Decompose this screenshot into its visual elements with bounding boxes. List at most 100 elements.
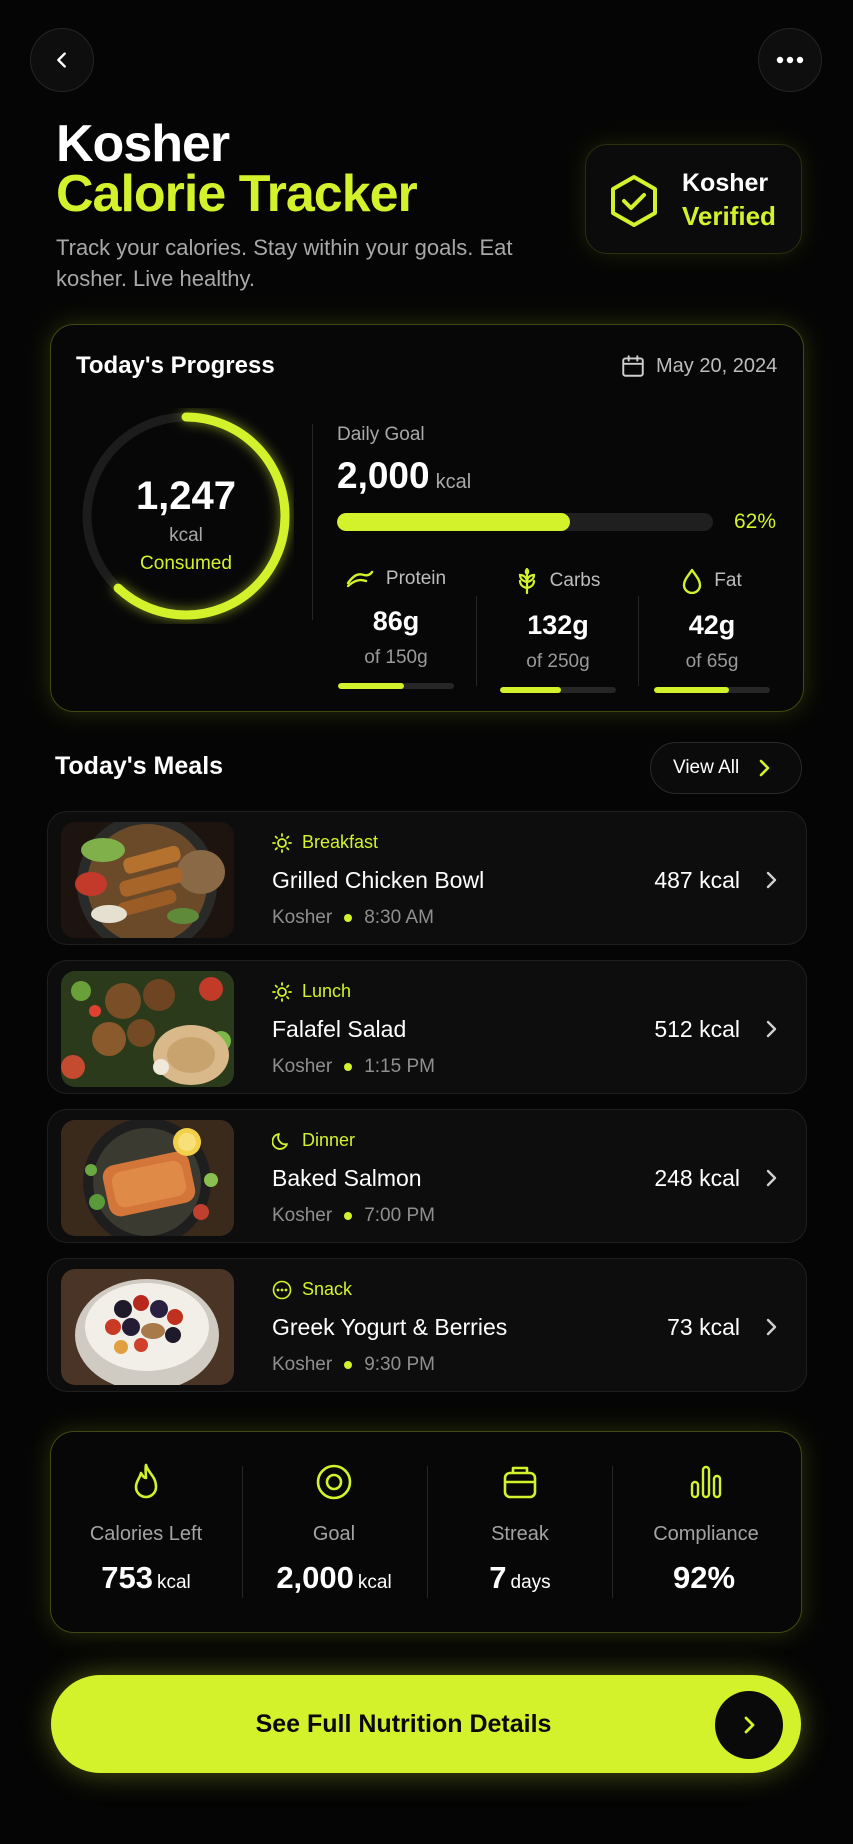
stat-goal-label: Goal [312,1523,356,1545]
stat-calories-left: Calories Left 753 kcal [56,1462,236,1596]
meal-kcal: 248 kcal [654,1165,740,1191]
wheat-icon [518,568,535,594]
daily-goal-bar [337,513,713,531]
stat-divider [427,1466,428,1598]
macro-carbs-label: Carbs [549,570,601,591]
meal-photo-grilled-chicken-bowl [61,822,234,938]
meal-name: Falafel Salad [272,1016,407,1042]
protein-icon [346,570,374,588]
meal-name: Grilled Chicken Bowl [272,867,485,893]
meta-dot [344,914,353,922]
meal-photo-greek-yogurt-berries [61,1269,234,1385]
calendar-icon [622,355,644,377]
stat-divider [612,1466,613,1598]
meal-time: 9:30 PM [364,1354,435,1375]
meal-card-lunch[interactable]: Lunch Falafel Salad Kosher 1:15 PM 512 kc… [47,960,807,1094]
daily-goal-value: 2,000 kcal [337,455,471,497]
meal-photo-falafel-salad [61,971,234,1087]
stat-calories-left-unit: kcal [156,1572,191,1593]
kosher-verified-badge: Kosher Verified [585,144,802,254]
meal-name: Greek Yogurt & Berries [272,1314,508,1340]
macro-fat-of: of 65g [685,651,739,672]
chevron-right-icon [766,871,777,889]
macro-carbs-bar [500,687,616,693]
macro-protein-value: 86g [372,606,420,636]
chevron-right-icon [759,759,770,777]
cta-label: See Full Nutrition Details [255,1709,552,1738]
meal-photo-baked-salmon [61,1120,234,1236]
more-horizontal-icon [776,56,804,64]
macro-protein-bar-fill [338,683,405,689]
chevron-right-icon [766,1020,777,1038]
back-button[interactable] [30,28,94,92]
chevron-right-icon [744,1716,755,1734]
sun-icon [272,981,292,1002]
droplet-icon [683,568,702,594]
meal-type-label: Dinner [302,1130,356,1150]
stat-streak: Streak 7 days [430,1462,610,1596]
meal-card-snack[interactable]: Snack Greek Yogurt & Berries Kosher 9:30 … [47,1258,807,1392]
view-all-button[interactable]: View All [650,742,802,794]
macro-fat-label: Fat [714,570,742,591]
chevron-left-icon [57,52,66,68]
macro-carbs-value: 132g [527,610,589,640]
stat-divider [242,1466,243,1598]
flame-icon [134,1463,158,1499]
bar-chart-icon [690,1465,722,1499]
meta-dot [344,1212,353,1220]
badge-line2: Verified [682,201,776,231]
meal-name: Baked Salmon [272,1165,422,1191]
stat-compliance: Compliance 92% [616,1462,796,1596]
shield-check-icon [611,175,657,227]
macro-carbs-bar-fill [500,687,562,693]
daily-goal-number: 2,000 [337,455,430,496]
macro-protein-label: Protein [385,568,447,589]
meta-dot [344,1361,353,1369]
more-button[interactable] [758,28,822,92]
moon-icon [272,1132,288,1150]
meal-kcal: 512 kcal [654,1016,740,1042]
consumed-unit: kcal [169,525,203,546]
stat-compliance-value: 92% [672,1560,736,1595]
daily-goal-label: Daily Goal [337,424,425,445]
macro-divider [476,596,477,686]
meal-kcal: 73 kcal [667,1314,740,1340]
page-title-line2: Calorie Tracker [56,165,418,223]
stat-streak-value: 7 [489,1560,507,1595]
calendar-streak-icon [503,1466,537,1499]
meal-card-dinner[interactable]: Dinner Baked Salmon Kosher 7:00 PM 248 kc… [47,1109,807,1243]
chevron-right-icon [766,1318,777,1336]
consumed-label: Consumed [140,553,232,574]
meal-tag: Kosher [272,1056,333,1077]
stat-streak-label: Streak [491,1523,549,1545]
daily-goal-unit: kcal [435,471,472,493]
stat-calories-left-label: Calories Left [89,1523,203,1545]
stat-compliance-label: Compliance [653,1523,759,1545]
stat-goal-value: 2,000 [276,1560,354,1595]
macro-protein-bar [338,683,454,689]
meal-tag: Kosher [272,1354,333,1375]
daily-goal-bar-fill [337,513,571,531]
macro-protein: Protein 86g of 150g [316,568,476,689]
consumed-value: 1,247 [135,474,237,518]
meal-card-breakfast[interactable]: Breakfast Grilled Chicken Bowl Kosher 8:3… [47,811,807,945]
chevron-right-icon [766,1169,777,1187]
view-all-label: View All [673,757,740,778]
stat-goal-unit: kcal [357,1572,392,1593]
meal-tag: Kosher [272,907,333,928]
see-full-nutrition-button[interactable]: See Full Nutrition Details [51,1675,801,1773]
stat-calories-left-value: 753 [101,1560,153,1595]
meal-time: 8:30 AM [364,907,434,928]
meal-kcal: 487 kcal [654,867,740,893]
meal-type-label: Snack [302,1279,353,1299]
meal-time: 1:15 PM [364,1056,435,1077]
macro-fat-value: 42g [688,610,736,640]
macro-fat-bar-fill [654,687,730,693]
macro-fat-bar [654,687,770,693]
meal-time: 7:00 PM [364,1205,435,1226]
sun-icon [272,832,292,853]
macro-fat: Fat 42g of 65g [632,568,792,693]
meal-type-label: Lunch [302,981,352,1001]
progress-divider [312,424,313,620]
macro-carbs: Carbs 132g of 250g [478,568,638,693]
